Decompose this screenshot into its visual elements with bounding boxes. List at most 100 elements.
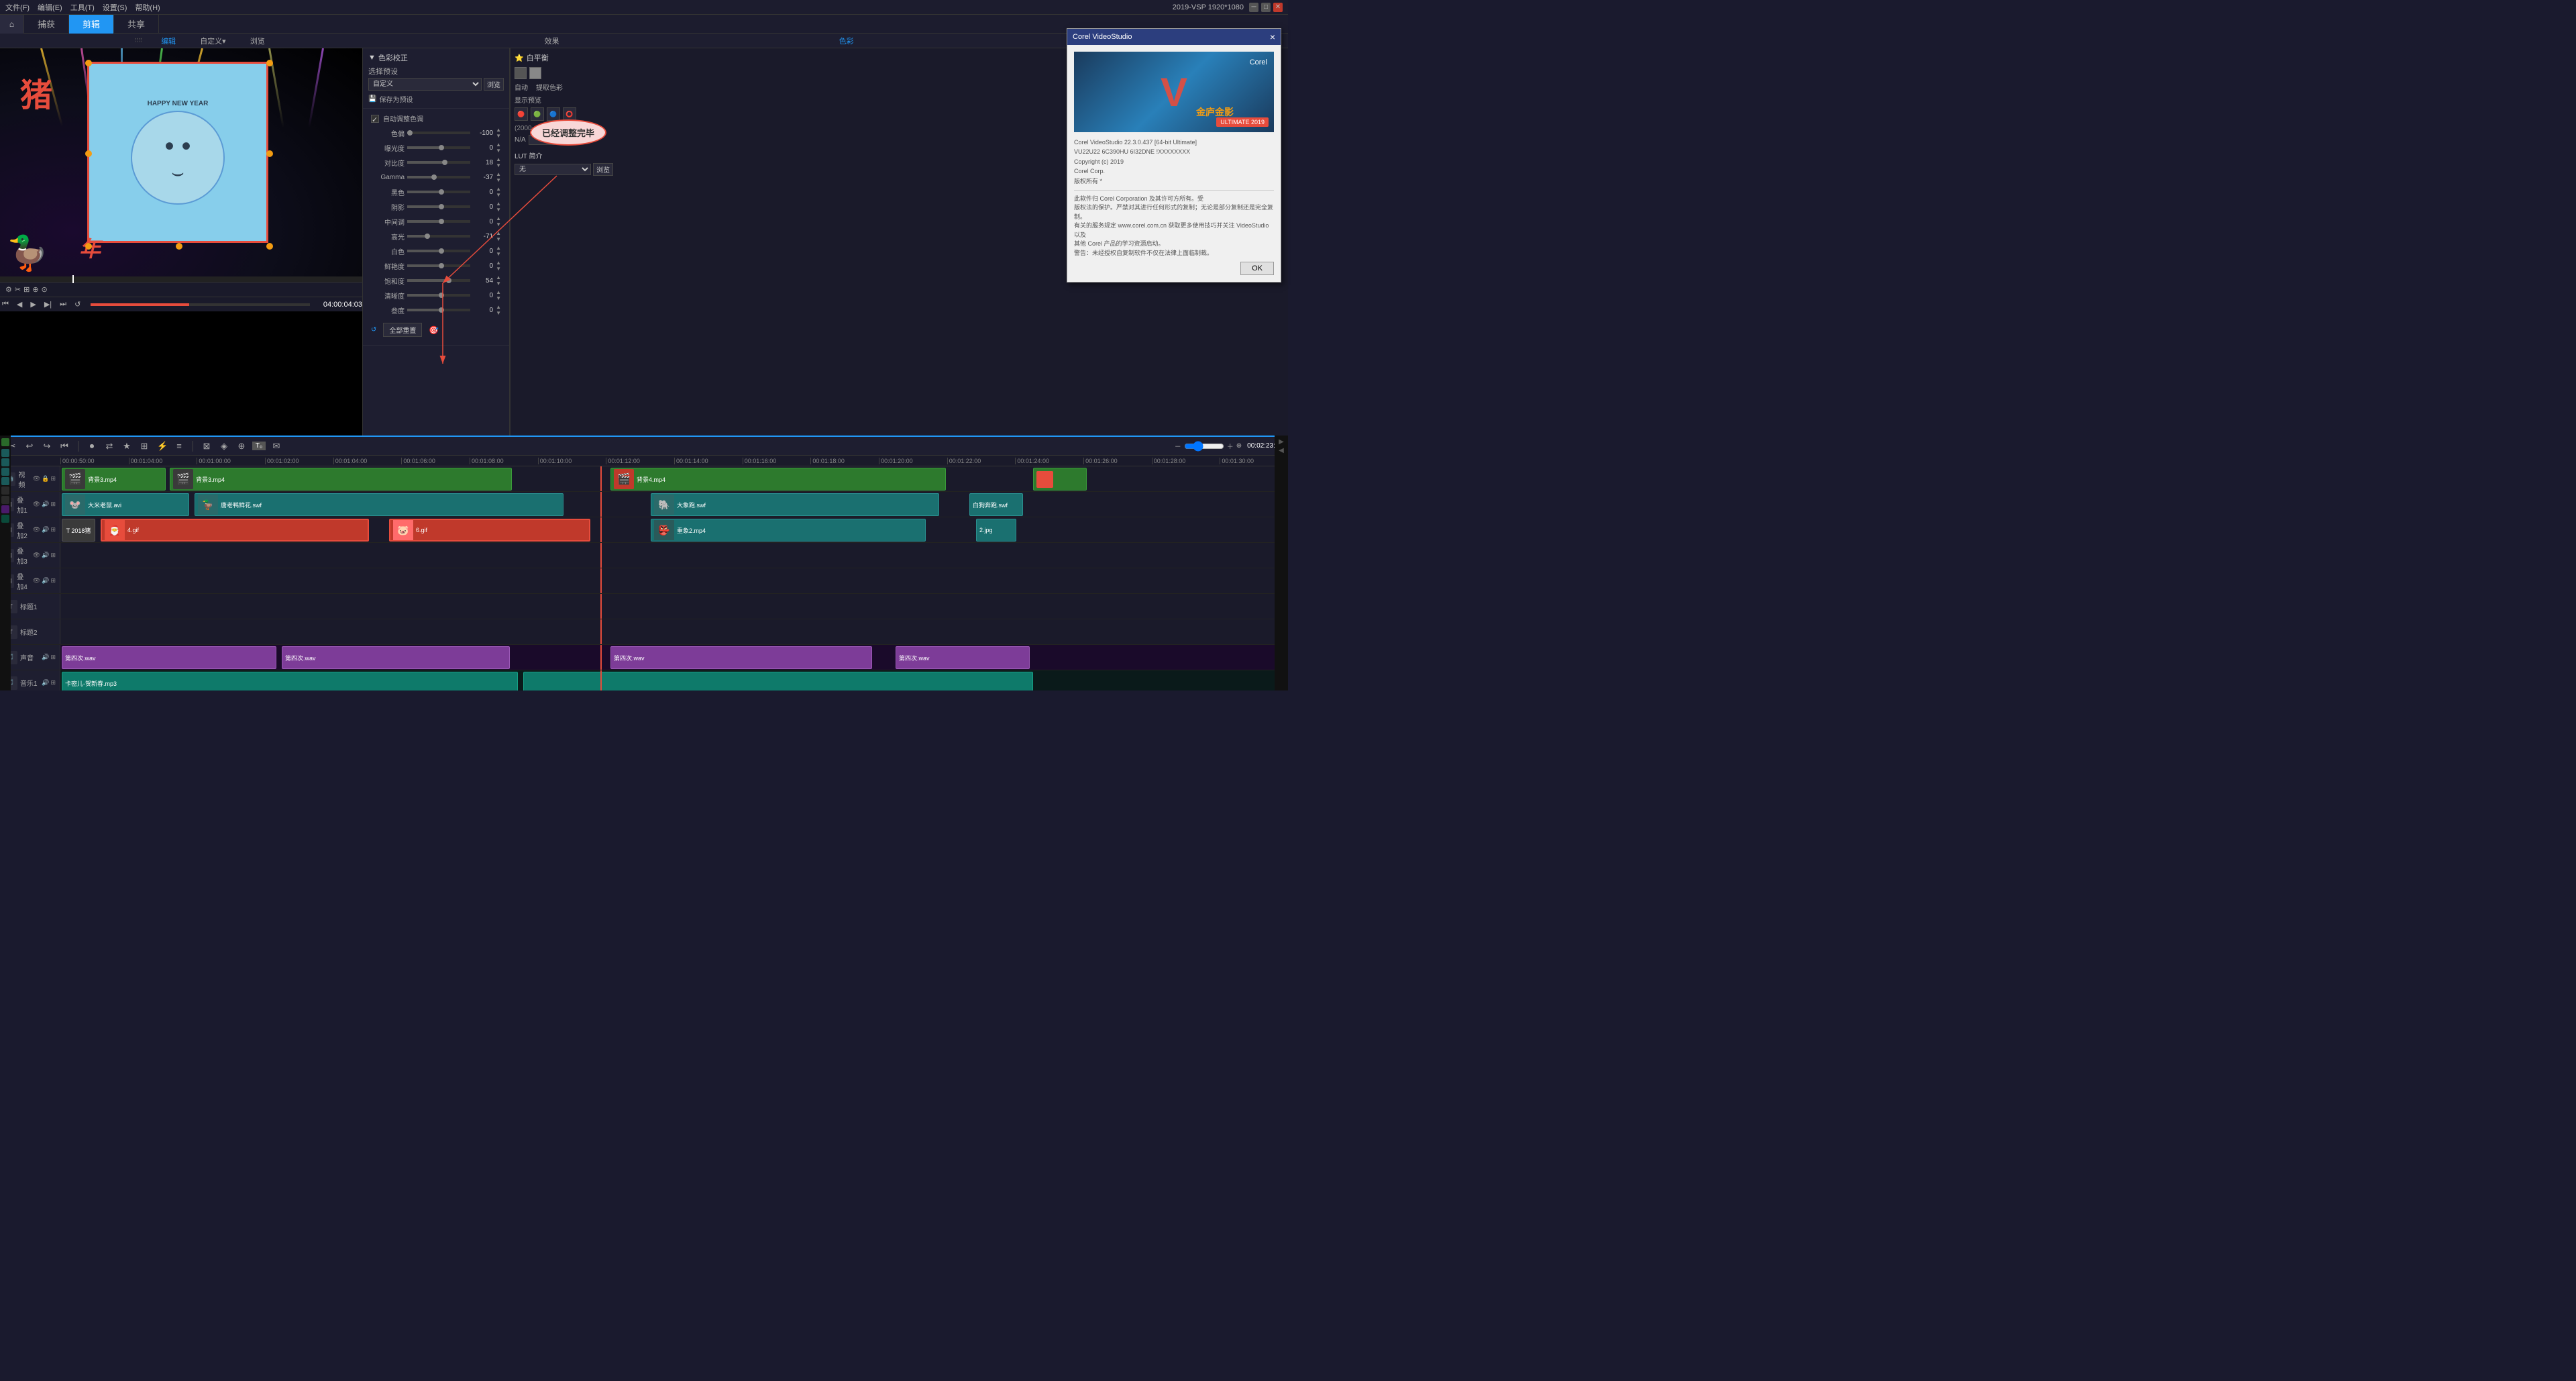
clip-bg3-2[interactable]: 🎬 背景3.mp4	[170, 468, 512, 491]
clip-audio-1[interactable]: 第四次.wav	[62, 646, 276, 669]
zoom-out-btn[interactable]: －	[1175, 441, 1181, 451]
menu-file[interactable]: 文件(F)	[5, 2, 30, 13]
slider-arrows-5[interactable]: ▲▼	[496, 201, 501, 213]
slider-track-8[interactable]	[407, 250, 470, 252]
selection-handle-tr[interactable]	[266, 60, 273, 66]
clip-4gif[interactable]: 🎅 4.gif	[101, 519, 369, 542]
lut-select[interactable]: 无	[515, 164, 591, 175]
auto-adjust-checkbox[interactable]: ✓	[371, 115, 379, 123]
tc-btn-link-o2[interactable]: ⊞	[50, 526, 56, 533]
track-type-t1-icon[interactable]	[1, 487, 9, 495]
slider-arrows-12[interactable]: ▲▼	[496, 304, 501, 316]
tl-btn-motion[interactable]: ⊕	[235, 441, 248, 452]
tl-btn-crop[interactable]: ⊠	[200, 441, 213, 452]
ctrl-next-end[interactable]: ⏭	[58, 300, 68, 309]
slider-thumb-7[interactable]	[425, 234, 430, 239]
track-type-music-icon[interactable]	[1, 515, 9, 523]
close-button[interactable]: ✕	[1273, 3, 1283, 12]
menu-settings[interactable]: 设置(S)	[103, 2, 127, 13]
slider-thumb-12[interactable]	[439, 307, 444, 313]
slider-thumb-4[interactable]	[439, 189, 444, 195]
preset-select[interactable]: 自定义	[368, 78, 482, 91]
tl-btn-title[interactable]: T₀	[252, 442, 266, 450]
clip-music-2[interactable]	[523, 672, 1033, 690]
slider-thumb-5[interactable]	[439, 204, 444, 209]
preview-icon-2[interactable]: ✂	[15, 285, 21, 294]
track-type-video-icon[interactable]	[1, 438, 9, 446]
slider-thumb-10[interactable]	[446, 278, 451, 283]
menu-bar[interactable]: 文件(F) 编辑(E) 工具(T) 设置(S) 帮助(H)	[5, 2, 160, 13]
subtab-color[interactable]: 色彩	[834, 36, 859, 46]
tab-share[interactable]: 共享	[114, 15, 159, 34]
menu-edit[interactable]: 编辑(E)	[38, 2, 62, 13]
tc-btn-link-o3[interactable]: ⊞	[50, 552, 56, 559]
slider-arrows-9[interactable]: ▲▼	[496, 260, 501, 272]
clip-audio-2[interactable]: 第四次.wav	[282, 646, 510, 669]
slider-track-4[interactable]	[407, 191, 470, 193]
selection-handle-br[interactable]	[266, 243, 273, 250]
tl-btn-transition[interactable]: ⇄	[103, 441, 116, 452]
clip-extra-1[interactable]	[1033, 468, 1087, 491]
slider-thumb-2[interactable]	[442, 160, 447, 165]
selection-handle-tl[interactable]	[85, 60, 92, 66]
wb-auto-label[interactable]: 自动	[515, 82, 528, 92]
track-type-o4-icon[interactable]	[1, 477, 9, 485]
slider-arrows-6[interactable]: ▲▼	[496, 215, 501, 227]
track-type-t2-icon[interactable]	[1, 496, 9, 504]
clip-6gif[interactable]: 🐷 6.gif	[389, 519, 590, 542]
clip-bg4[interactable]: 🎬 背景4.mp4	[610, 468, 946, 491]
ctrl-play[interactable]: ▶	[28, 300, 38, 309]
subtab-effects[interactable]: 效果	[539, 36, 565, 46]
slider-arrows-4[interactable]: ▲▼	[496, 186, 501, 198]
clip-dog[interactable]: 白狗奔跑.swf	[969, 493, 1023, 516]
tl-btn-mask[interactable]: ◈	[217, 441, 231, 452]
selection-handle-mr[interactable]	[266, 150, 273, 157]
zoom-in-btn[interactable]: ＋	[1227, 441, 1234, 451]
slider-track-6[interactable]	[407, 220, 470, 223]
wb-picker-1[interactable]: 🔴	[515, 107, 528, 121]
tc-btn-vol-a[interactable]: 🔊	[42, 654, 49, 661]
tab-edit[interactable]: 剪辑	[69, 15, 114, 34]
ctrl-step-back[interactable]: ◀	[15, 300, 24, 309]
slider-arrows-11[interactable]: ▲▼	[496, 289, 501, 301]
clip-2jpg[interactable]: 2.jpg	[976, 519, 1016, 542]
ctrl-step-fwd[interactable]: ▶|	[42, 300, 54, 309]
tc-btn-vol-m1[interactable]: 🔊	[42, 679, 49, 686]
tab-capture[interactable]: 捕获	[24, 15, 69, 34]
preview-icon-3[interactable]: ⊞	[23, 285, 30, 294]
slider-arrows-1[interactable]: ▲▼	[496, 142, 501, 154]
tc-btn-vol-o4[interactable]: 🔊	[42, 577, 49, 584]
ctrl-loop[interactable]: ↺	[72, 300, 83, 309]
preview-icon-5[interactable]: ⊙	[42, 285, 48, 294]
slider-track-12[interactable]	[407, 309, 470, 311]
browse-button[interactable]: 浏览	[484, 78, 504, 91]
tc-btn-link-o4[interactable]: ⊞	[50, 577, 56, 584]
color-correction-header[interactable]: ▼ 色彩校正	[368, 51, 504, 64]
tc-btn-eye-o1[interactable]: 👁	[33, 501, 40, 508]
reset-all-icon[interactable]: ↺	[371, 326, 376, 334]
menu-tools[interactable]: 工具(T)	[70, 2, 95, 13]
clip-bg3-1[interactable]: 🎬 背景3.mp4	[62, 468, 166, 491]
tc-btn-eye[interactable]: 👁	[33, 475, 40, 482]
tc-btn-lock[interactable]: 🔒	[42, 475, 49, 482]
selection-handle-bl[interactable]	[85, 243, 92, 250]
clip-music-1[interactable]: 卡密儿-贺新春.mp3	[62, 672, 518, 690]
slider-arrows-10[interactable]: ▲▼	[496, 274, 501, 287]
tl-btn-start[interactable]: ⏮	[58, 441, 71, 452]
subtab-edit[interactable]: 编辑	[156, 36, 181, 46]
expand-btn[interactable]: ▶	[1279, 438, 1284, 446]
maximize-button[interactable]: □	[1261, 3, 1271, 12]
slider-arrows-3[interactable]: ▲▼	[496, 171, 501, 183]
slider-arrows-7[interactable]: ▲▼	[496, 230, 501, 242]
clip-duck[interactable]: 🦆 唐老鸭鲜花.swf	[195, 493, 564, 516]
ok-button[interactable]: OK	[1240, 262, 1274, 275]
tc-btn-eye-o2[interactable]: 👁	[33, 526, 40, 533]
clip-mouse[interactable]: 🐭 大米老鼠.avi	[62, 493, 189, 516]
window-buttons[interactable]: ─ □ ✕	[1249, 3, 1283, 12]
home-button[interactable]: ⌂	[0, 15, 24, 34]
wb-swatch-mid[interactable]	[529, 67, 541, 79]
slider-thumb-8[interactable]	[439, 248, 444, 254]
track-type-o1-icon[interactable]	[1, 449, 9, 457]
slider-arrows-8[interactable]: ▲▼	[496, 245, 501, 257]
preview-icon-4[interactable]: ⊕	[32, 285, 38, 294]
